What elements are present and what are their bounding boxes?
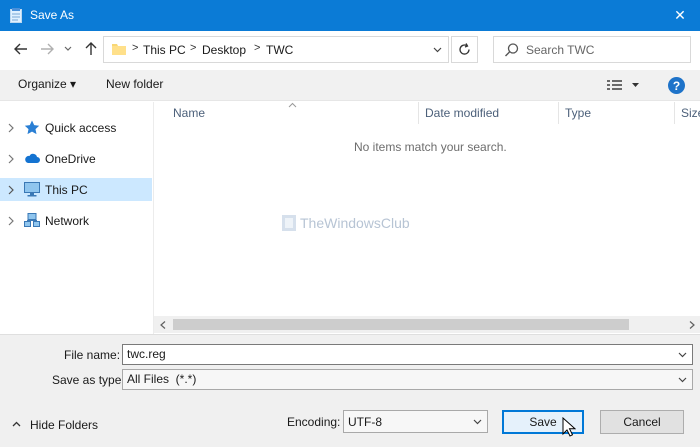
address-bar[interactable]: > This PC > Desktop > TWC xyxy=(103,36,449,63)
network-icon xyxy=(24,213,40,228)
close-icon: ✕ xyxy=(674,7,686,23)
breadcrumb-separator: > xyxy=(132,42,139,54)
file-name-field[interactable]: twc.reg xyxy=(122,344,693,365)
recent-locations-button[interactable] xyxy=(60,38,76,60)
empty-folder-message: No items match your search. xyxy=(354,140,507,154)
file-name-value: twc.reg xyxy=(127,347,166,361)
up-button[interactable] xyxy=(80,38,102,60)
nav-item-label: Quick access xyxy=(45,121,117,135)
search-box[interactable] xyxy=(493,36,691,63)
nav-item-this-pc[interactable]: This PC xyxy=(0,178,152,201)
horizontal-scrollbar[interactable] xyxy=(154,316,700,333)
encoding-value: UTF-8 xyxy=(348,415,382,429)
cancel-button[interactable]: Cancel xyxy=(600,410,684,434)
watermark-text: TheWindowsClub xyxy=(300,215,410,231)
chevron-left-icon xyxy=(159,320,165,329)
star-icon xyxy=(24,120,40,135)
chevron-down-icon xyxy=(64,46,72,51)
mouse-pointer-icon xyxy=(562,416,577,440)
arrow-left-icon xyxy=(14,43,27,55)
watermark-logo-icon xyxy=(282,215,296,231)
save-as-type-dropdown-button[interactable] xyxy=(674,370,690,389)
file-name-label: File name: xyxy=(64,348,121,362)
arrow-up-icon xyxy=(85,42,97,55)
save-button-label: Save xyxy=(529,415,557,429)
chevron-right-icon[interactable] xyxy=(7,184,15,195)
chevron-down-icon xyxy=(433,47,441,52)
encoding-dropdown-button[interactable] xyxy=(469,411,485,432)
scroll-left-button[interactable] xyxy=(154,316,171,333)
organize-button[interactable]: Organize ▾ xyxy=(18,77,76,91)
view-details-icon xyxy=(607,80,639,90)
help-button[interactable]: ? xyxy=(668,77,685,94)
folder-icon xyxy=(112,43,126,55)
address-dropdown-button[interactable] xyxy=(426,37,448,62)
save-as-type-value: All Files (*.*) xyxy=(127,372,197,386)
refresh-button[interactable] xyxy=(451,36,478,63)
help-icon: ? xyxy=(672,78,681,93)
notepad-icon xyxy=(10,8,22,23)
close-button[interactable]: ✕ xyxy=(660,0,700,31)
column-header-date-modified[interactable]: Date modified xyxy=(425,106,499,120)
chevron-down-icon xyxy=(473,419,481,424)
window-title: Save As xyxy=(30,8,75,22)
nav-item-onedrive[interactable]: OneDrive xyxy=(0,147,152,170)
column-divider[interactable] xyxy=(418,102,419,124)
scroll-right-button[interactable] xyxy=(683,316,700,333)
computer-icon xyxy=(24,182,40,197)
back-button[interactable] xyxy=(10,38,32,60)
chevron-right-icon xyxy=(689,320,695,329)
column-header-type[interactable]: Type xyxy=(565,106,591,120)
chevron-up-icon xyxy=(12,421,21,427)
chevron-right-icon[interactable] xyxy=(7,153,15,164)
navigation-pane: Quick access OneDrive This PC Network xyxy=(0,102,154,334)
breadcrumb-separator: > xyxy=(254,42,261,54)
nav-item-label: Network xyxy=(45,214,90,228)
chevron-down-icon xyxy=(678,377,686,382)
title-bar: Save As ✕ xyxy=(0,0,700,31)
breadcrumb-desktop[interactable]: Desktop xyxy=(202,43,246,57)
breadcrumb-this-pc[interactable]: This PC xyxy=(143,43,186,57)
chevron-down-icon xyxy=(678,352,686,357)
column-divider[interactable] xyxy=(558,102,559,124)
column-header-name[interactable]: Name xyxy=(173,106,205,120)
encoding-label: Encoding: xyxy=(287,415,341,429)
chevron-right-icon[interactable] xyxy=(7,122,15,133)
breadcrumb-twc[interactable]: TWC xyxy=(266,43,293,57)
cloud-icon xyxy=(24,151,40,166)
scrollbar-thumb[interactable] xyxy=(173,319,629,330)
change-view-button[interactable] xyxy=(607,79,643,94)
sort-indicator-icon xyxy=(288,97,297,111)
breadcrumb-separator: > xyxy=(190,42,197,54)
save-as-type-label: Save as type: xyxy=(52,373,125,387)
nav-item-label: OneDrive xyxy=(45,152,96,166)
refresh-icon xyxy=(459,43,470,55)
encoding-select[interactable]: UTF-8 xyxy=(343,410,488,433)
search-icon xyxy=(504,42,520,58)
chevron-right-icon[interactable] xyxy=(7,215,15,226)
command-toolbar: Organize ▾ New folder ? xyxy=(0,70,700,101)
hide-folders-label: Hide Folders xyxy=(30,418,99,432)
column-header-size[interactable]: Size xyxy=(681,106,700,120)
file-name-dropdown-button[interactable] xyxy=(674,345,690,364)
new-folder-button[interactable]: New folder xyxy=(106,77,163,91)
nav-item-label: This PC xyxy=(45,183,88,197)
arrow-right-icon xyxy=(41,43,54,55)
nav-item-network[interactable]: Network xyxy=(0,209,152,232)
forward-button[interactable] xyxy=(36,38,58,60)
nav-item-quick-access[interactable]: Quick access xyxy=(0,116,152,139)
column-divider[interactable] xyxy=(674,102,675,124)
save-as-type-select[interactable]: All Files (*.*) xyxy=(122,369,693,390)
cancel-button-label: Cancel xyxy=(623,415,661,429)
search-input[interactable] xyxy=(526,41,684,58)
